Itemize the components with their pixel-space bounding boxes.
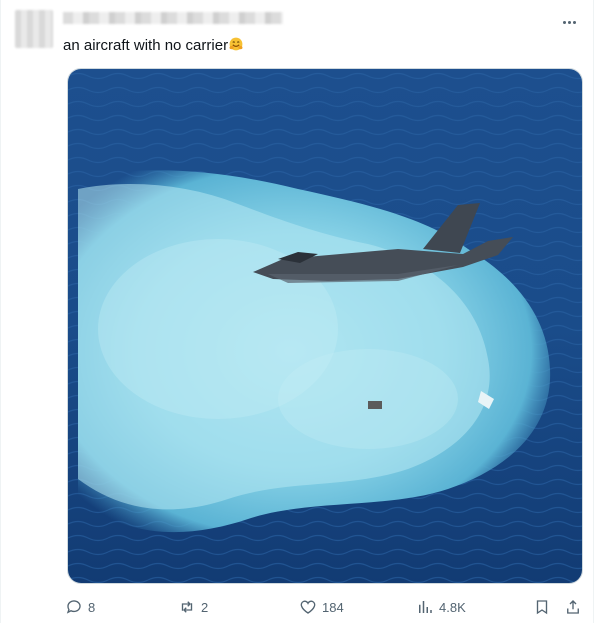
more-dot-icon — [562, 20, 566, 24]
repost-count: 2 — [201, 599, 209, 615]
repost-button[interactable]: 2 — [178, 596, 208, 618]
ocean-jet-photo — [68, 69, 582, 583]
reply-button[interactable]: 8 — [65, 596, 95, 618]
like-button[interactable]: 184 — [299, 596, 344, 618]
repost-icon — [181, 601, 193, 613]
views-count: 4.8K — [439, 599, 466, 615]
post-image[interactable] — [67, 68, 583, 584]
bookmark-button[interactable] — [533, 596, 551, 618]
avatar-redacted[interactable] — [15, 10, 53, 48]
share-button[interactable] — [564, 596, 582, 618]
reply-icon — [66, 600, 81, 614]
action-bar: 8 2 184 4.8K — [63, 596, 587, 618]
more-dot-icon — [567, 20, 571, 24]
views-chart-icon — [419, 601, 432, 613]
heart-icon — [300, 600, 316, 614]
bookmark-icon — [536, 600, 548, 615]
author-name-redacted[interactable] — [63, 12, 283, 24]
share-icon — [567, 600, 579, 614]
post-text: an aircraft with no carrier — [63, 37, 229, 54]
tweet-card: an aircraft with no carrier 8 2 184 4.8K — [0, 0, 594, 623]
views-button[interactable]: 4.8K — [416, 596, 466, 618]
post-text-container: an aircraft with no carrier — [63, 36, 244, 56]
hugging-face-emoji-icon — [229, 37, 243, 51]
more-dot-icon — [572, 20, 576, 24]
more-options-button[interactable] — [557, 12, 581, 32]
like-count: 184 — [322, 599, 344, 615]
reply-count: 8 — [88, 599, 96, 615]
